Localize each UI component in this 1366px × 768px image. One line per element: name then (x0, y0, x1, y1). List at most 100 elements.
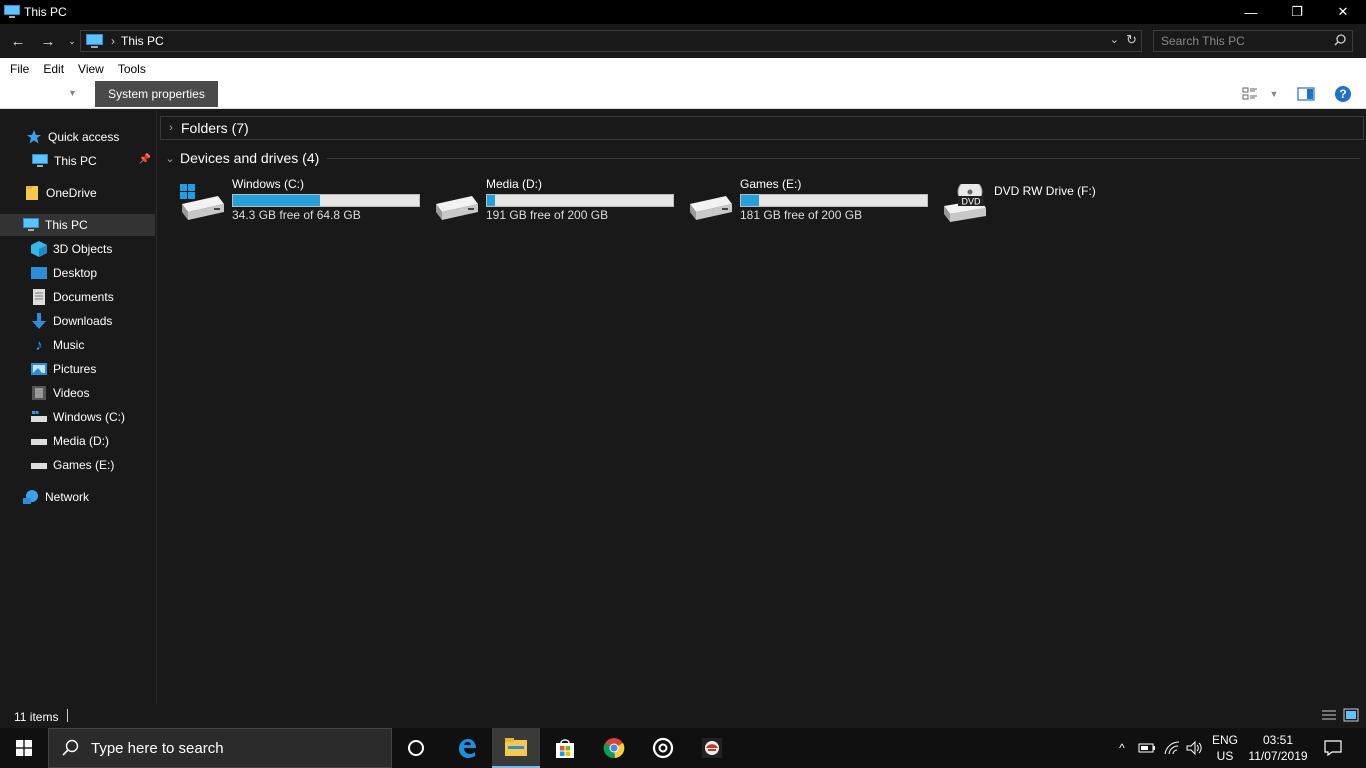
change-view-button[interactable] (1240, 85, 1260, 103)
video-icon (31, 385, 47, 401)
taskbar-file-explorer[interactable] (492, 728, 540, 768)
drive-tile-windows-c[interactable]: Windows (C:) 34.3 GB free of 64.8 GB (178, 176, 428, 224)
preview-pane-icon (1297, 87, 1315, 101)
taskbar-search-box[interactable]: Type here to search (48, 728, 392, 768)
drive-free-space: 34.3 GB free of 64.8 GB (232, 208, 361, 222)
group-header-folders[interactable]: › Folders (7) (160, 116, 1364, 140)
sidebar-item-desktop[interactable]: Desktop (0, 262, 155, 284)
taskbar-groove[interactable] (639, 728, 687, 768)
menu-view[interactable]: View (71, 62, 111, 76)
taskbar-store[interactable] (541, 728, 589, 768)
sidebar-item-music[interactable]: ♪ Music (0, 334, 155, 356)
details-view-icon[interactable] (1321, 708, 1337, 722)
sidebar-item-label: 3D Objects (53, 242, 113, 256)
preview-pane-button[interactable] (1296, 85, 1316, 103)
menu-bar: File Edit View Tools (0, 58, 1366, 80)
network-tray-button[interactable] (1161, 728, 1183, 768)
volume-icon (1186, 741, 1202, 755)
sidebar-item-windows-c[interactable]: Windows (C:) (0, 406, 155, 428)
sidebar-item-label: Games (E:) (53, 458, 115, 472)
sidebar-item-onedrive[interactable]: OneDrive (0, 182, 155, 204)
volume-button[interactable] (1184, 728, 1206, 768)
close-button[interactable]: ✕ (1320, 0, 1366, 24)
show-hidden-icons-button[interactable]: ^ (1112, 728, 1132, 768)
star-icon (26, 129, 42, 145)
sidebar-item-media-d[interactable]: Media (D:) (0, 430, 155, 452)
large-icons-view-icon[interactable] (1343, 708, 1359, 722)
drive-usage-fill (233, 195, 321, 206)
search-box[interactable] (1153, 30, 1353, 52)
taskbar-edge[interactable] (443, 728, 491, 768)
help-icon: ? (1335, 86, 1351, 102)
group-divider (327, 157, 1360, 159)
sidebar-item-label: This PC (45, 218, 88, 232)
sidebar-item-network[interactable]: Network (0, 486, 155, 508)
taskbar-app-unknown[interactable] (688, 728, 736, 768)
drive-usage-fill (741, 195, 759, 206)
address-bar[interactable]: › This PC ⌄ ↻ (80, 30, 1142, 52)
drive-name: Games (E:) (740, 177, 802, 191)
system-properties-button[interactable]: System properties (95, 81, 218, 107)
sidebar-item-3d-objects[interactable]: 3D Objects (0, 238, 155, 260)
clock-time: 03:51 (1262, 733, 1294, 747)
search-input[interactable] (1161, 34, 1321, 48)
drive-icon (180, 184, 224, 220)
drive-icon (31, 433, 47, 449)
drive-name: Media (D:) (486, 177, 543, 191)
status-divider (67, 709, 68, 722)
store-icon (556, 739, 574, 758)
forward-button[interactable]: → (38, 31, 58, 51)
sidebar-item-quick-access[interactable]: Quick access (0, 126, 155, 148)
recent-locations-button[interactable]: ⌄ (62, 31, 82, 51)
drive-tile-dvd-f[interactable]: DVD DVD RW Drive (F:) (940, 176, 1190, 224)
sidebar-item-label: Windows (C:) (53, 410, 126, 424)
menu-file[interactable]: File (3, 62, 36, 76)
sidebar-item-this-pc[interactable]: This PC (0, 214, 155, 236)
monitor-icon (86, 34, 103, 48)
drive-name: Windows (C:) (232, 177, 305, 191)
help-button[interactable]: ? (1333, 85, 1353, 103)
refresh-icon[interactable]: ↻ (1126, 32, 1137, 48)
sidebar-item-pictures[interactable]: Pictures (0, 358, 155, 380)
sidebar-item-downloads[interactable]: Downloads (0, 310, 155, 332)
sidebar-item-documents[interactable]: Documents (0, 286, 155, 308)
task-view-button[interactable] (392, 728, 440, 768)
clock[interactable]: 03:51 11/07/2019 (1246, 732, 1310, 764)
windows-logo-icon (16, 740, 32, 756)
minimize-button[interactable]: — (1228, 0, 1274, 24)
drive-usage-fill (487, 195, 496, 206)
back-button[interactable]: ← (8, 31, 28, 51)
sidebar-item-label: Network (45, 490, 90, 504)
keyboard-layout: US (1216, 749, 1234, 763)
document-icon (31, 289, 47, 305)
menu-tools[interactable]: Tools (111, 62, 153, 76)
arrow-left-icon: ← (10, 32, 26, 50)
chevron-right-icon: › (169, 122, 173, 134)
drive-tile-media-d[interactable]: Media (D:) 191 GB free of 200 GB (432, 176, 682, 224)
input-language-indicator[interactable]: ENG US (1210, 732, 1240, 764)
dvd-drive-icon: DVD (944, 184, 986, 222)
sidebar-item-this-pc-pinned[interactable]: This PC 📌 (0, 150, 155, 172)
sidebar-item-videos[interactable]: Videos (0, 382, 155, 404)
file-explorer-icon (505, 738, 527, 756)
drive-tile-games-e[interactable]: Games (E:) 181 GB free of 200 GB (686, 176, 936, 224)
restore-button[interactable]: ❐ (1274, 0, 1320, 24)
sidebar-item-label: Downloads (53, 314, 113, 328)
sidebar-item-games-e[interactable]: Games (E:) (0, 454, 155, 476)
organize-dropdown-icon[interactable]: ▼ (68, 88, 77, 98)
picture-icon (31, 361, 47, 377)
folder-icon (24, 185, 40, 201)
chevron-up-icon: ^ (1119, 741, 1125, 755)
start-button[interactable] (0, 728, 48, 768)
details-view-icon (1242, 87, 1257, 100)
menu-edit[interactable]: Edit (36, 62, 71, 76)
address-dropdown-icon[interactable]: ⌄ (1110, 33, 1119, 46)
desktop-icon (31, 265, 47, 281)
action-center-button[interactable] (1320, 728, 1346, 768)
taskbar-chrome[interactable] (590, 728, 638, 768)
group-header-devices[interactable]: ⌄ Devices and drives (4) (160, 146, 1364, 170)
battery-button[interactable] (1136, 728, 1158, 768)
breadcrumb[interactable]: This PC (121, 34, 164, 48)
game-app-icon (702, 738, 722, 758)
view-options-dropdown[interactable]: ▼ (1264, 85, 1284, 103)
